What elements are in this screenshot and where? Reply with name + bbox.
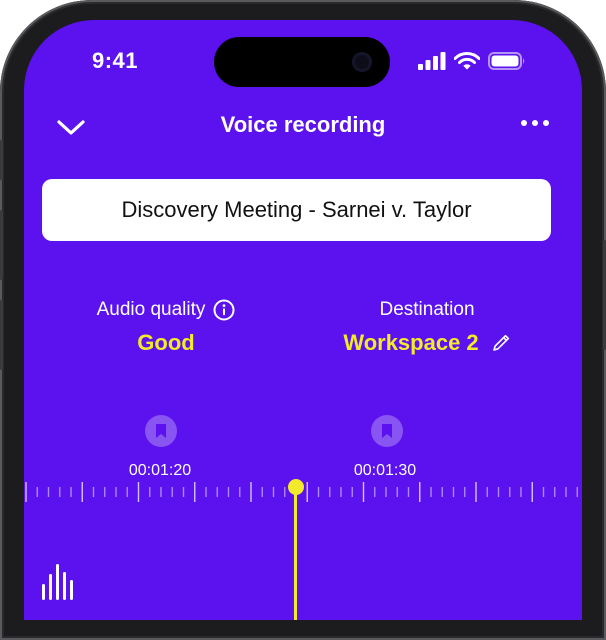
info-icon[interactable] [213,299,235,321]
playhead-handle[interactable] [288,479,304,495]
bookmark-icon [382,424,392,438]
bookmark-marker-1[interactable] [145,415,177,447]
screen: 9:41 Voice recording Discovery Meeting -… [24,20,582,620]
bookmark-marker-2[interactable] [371,415,403,447]
cellular-signal-icon [418,52,446,70]
destination-label: Destination [379,299,475,320]
volume-down-button [0,300,3,370]
timeline-timestamp: 00:01:30 [353,462,417,479]
destination-value[interactable]: Workspace 2 [343,330,478,356]
phone-frame: 9:41 Voice recording Discovery Meeting -… [0,0,606,640]
volume-up-button [0,210,3,280]
action-button [0,140,3,180]
battery-icon [488,52,525,70]
bookmark-icon [156,424,166,438]
playhead-line[interactable] [294,490,297,620]
camera-icon [352,52,372,72]
destination-value-row[interactable]: Workspace 2 [334,330,520,356]
timeline-timestamp: 00:01:20 [128,462,192,479]
audio-quality: Audio quality Good [90,298,242,356]
audio-quality-label-row: Audio quality [90,298,242,322]
pencil-icon[interactable] [491,333,511,353]
recording-title-input[interactable] [42,179,551,241]
wifi-icon [454,52,480,70]
audio-quality-value: Good [137,330,195,355]
audio-quality-label: Audio quality [96,299,206,320]
more-icon[interactable] [520,117,550,129]
waveform-icon [42,564,73,600]
dynamic-island [214,37,390,87]
status-time: 9:41 [92,48,139,73]
status-icons [418,52,526,70]
destination: Destination Workspace 2 [334,298,520,356]
page-title: Voice recording [220,112,386,137]
